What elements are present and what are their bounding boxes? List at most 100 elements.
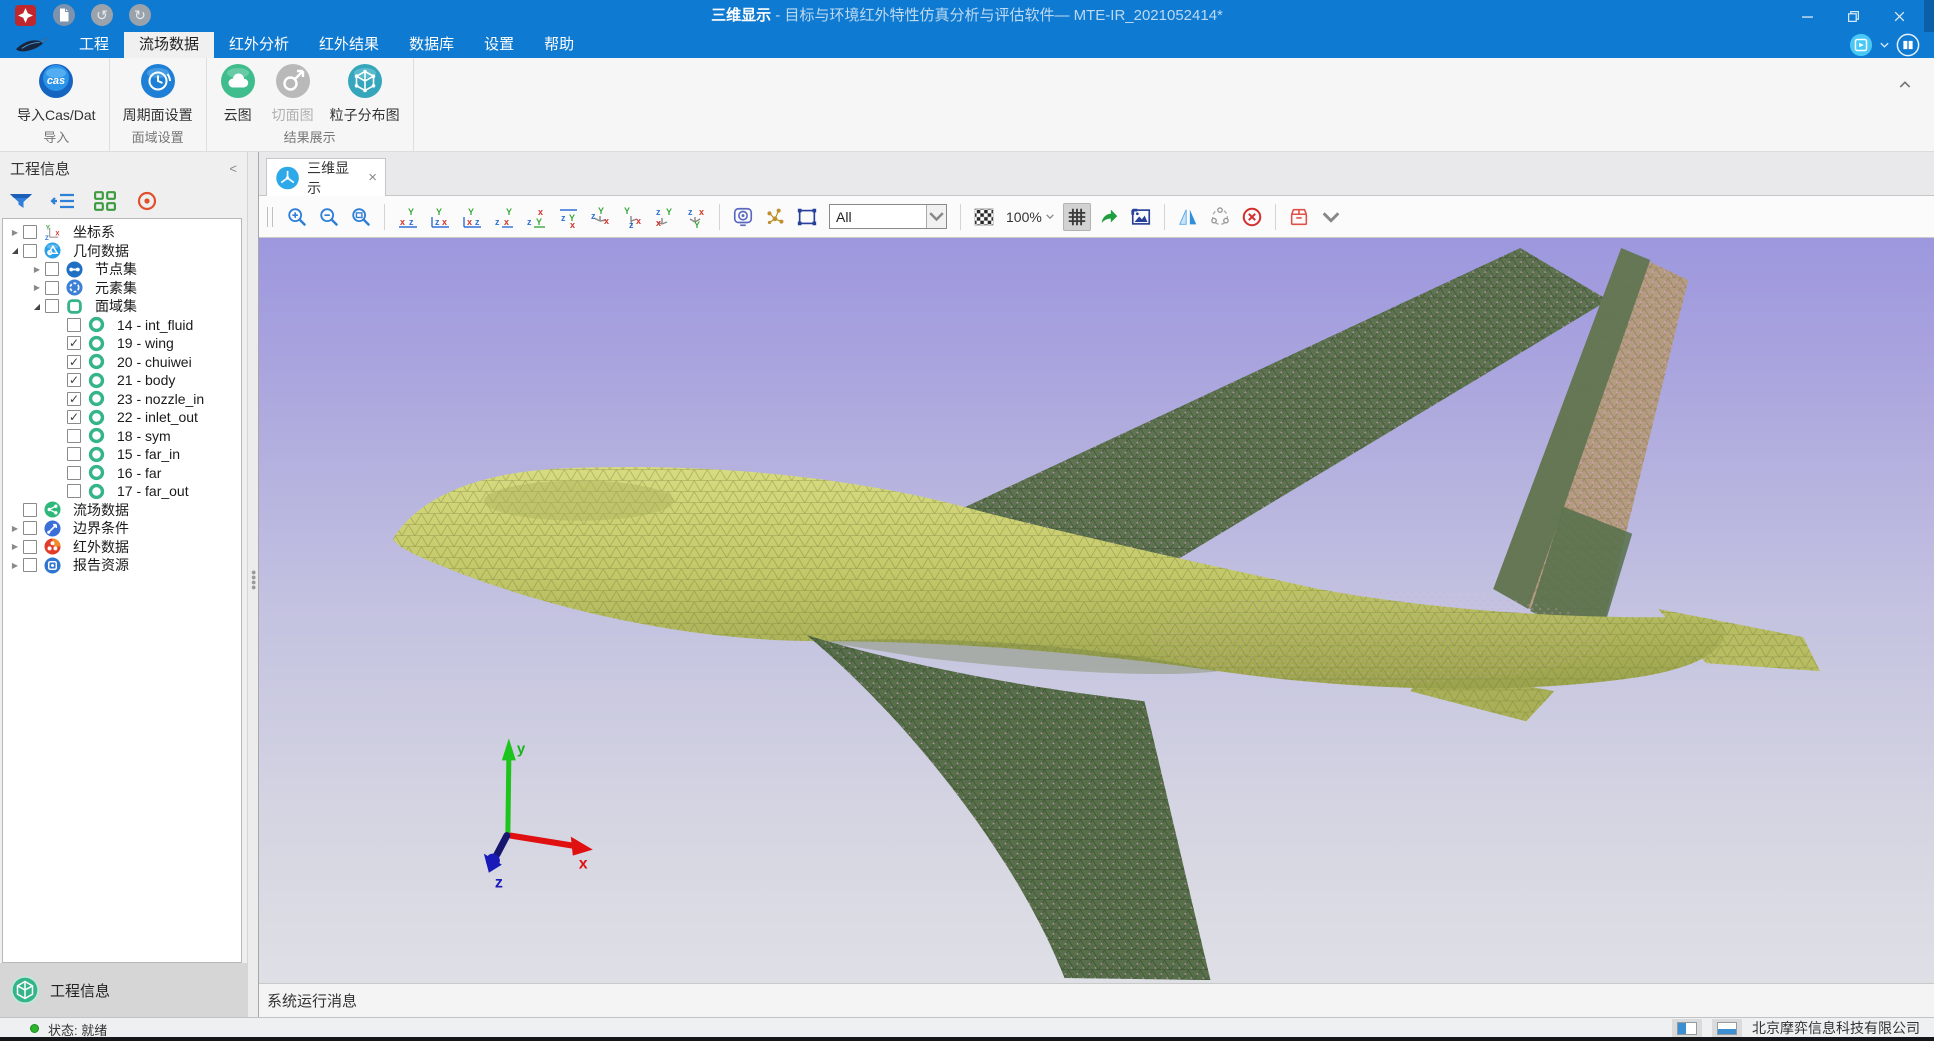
help-book-icon[interactable]: [1896, 33, 1920, 57]
new-doc-icon[interactable]: [52, 3, 76, 27]
tree-checkbox[interactable]: [67, 429, 81, 443]
tree-row[interactable]: ✓23 - nozzle_in: [3, 390, 241, 409]
tree-row[interactable]: ✓20 - chuiwei: [3, 353, 241, 372]
zoom-out-icon[interactable]: [315, 203, 343, 231]
tree-row[interactable]: ◢几何数据: [3, 242, 241, 261]
menu-item-6[interactable]: 帮助: [529, 32, 589, 58]
tree-checkbox[interactable]: ✓: [67, 410, 81, 424]
tree-row[interactable]: 15 - far_in: [3, 445, 241, 464]
tree-expander-icon[interactable]: ◢: [7, 246, 23, 255]
redo-icon[interactable]: ↻: [128, 3, 152, 27]
tree-row[interactable]: ▶红外数据: [3, 538, 241, 557]
tree-checkbox[interactable]: [23, 244, 37, 258]
view-iso-1-icon[interactable]: zYx: [586, 203, 614, 231]
tree-row[interactable]: ✓19 - wing: [3, 334, 241, 353]
dropdown-caret-icon[interactable]: [1879, 36, 1890, 54]
ribbon-button-2[interactable]: 粒子分布图: [323, 63, 407, 125]
toolbar-drag-handle[interactable]: [267, 207, 273, 227]
tree-checkbox[interactable]: ✓: [67, 355, 81, 369]
zoom-level-dropdown[interactable]: 100%: [1002, 209, 1059, 225]
tree-expander-icon[interactable]: ▶: [29, 283, 45, 292]
tree-row[interactable]: ✓22 - inlet_out: [3, 408, 241, 427]
tree-row[interactable]: ▶元素集: [3, 279, 241, 298]
tree-checkbox[interactable]: [67, 484, 81, 498]
maximize-icon[interactable]: [1830, 0, 1876, 32]
mirror-icon[interactable]: [1174, 203, 1202, 231]
style-switch-icon[interactable]: [1849, 33, 1873, 57]
view-iso-3-icon[interactable]: zYx: [650, 203, 678, 231]
undo-icon[interactable]: ↺: [90, 3, 114, 27]
tree-checkbox[interactable]: [23, 503, 37, 517]
tree-checkbox[interactable]: ✓: [67, 392, 81, 406]
tree-row[interactable]: ◢面域集: [3, 297, 241, 316]
tree-expander-icon[interactable]: ▶: [7, 561, 23, 570]
tree-row[interactable]: ✓21 - body: [3, 371, 241, 390]
view-left-icon[interactable]: Yxz: [458, 203, 486, 231]
panel-collapse-icon[interactable]: <: [229, 161, 237, 176]
tree-row[interactable]: 16 - far: [3, 464, 241, 483]
snapshot-icon[interactable]: [1127, 203, 1155, 231]
close-icon[interactable]: [1876, 0, 1922, 32]
combo-caret-icon[interactable]: [926, 205, 946, 228]
tree-checkbox[interactable]: [67, 447, 81, 461]
viewport-3d[interactable]: y x z: [259, 238, 1934, 983]
view-back-icon[interactable]: Yzx: [426, 203, 454, 231]
tree-expander-icon[interactable]: ◢: [29, 302, 45, 311]
list-view-icon[interactable]: [50, 190, 76, 212]
transparency-icon[interactable]: [970, 203, 998, 231]
menu-item-2[interactable]: 红外分析: [214, 32, 304, 58]
caret-down-icon[interactable]: [1317, 203, 1345, 231]
tree-expander-icon[interactable]: ▶: [7, 524, 23, 533]
tree-expander-icon[interactable]: ▶: [29, 265, 45, 274]
view-iso-2-icon[interactable]: Yxz: [618, 203, 646, 231]
zoom-in-icon[interactable]: [283, 203, 311, 231]
view-right-icon[interactable]: Yzx: [490, 203, 518, 231]
minimize-icon[interactable]: [1784, 0, 1830, 32]
tree-row[interactable]: 18 - sym: [3, 427, 241, 446]
tree-row[interactable]: 14 - int_fluid: [3, 316, 241, 335]
view-iso-4-icon[interactable]: zxY: [682, 203, 710, 231]
tree-checkbox[interactable]: [67, 318, 81, 332]
mesh-grid-icon[interactable]: [1063, 203, 1091, 231]
view-bottom-icon[interactable]: zYx: [554, 203, 582, 231]
archive-icon[interactable]: [1285, 203, 1313, 231]
ribbon-button-0[interactable]: cas导入Cas/Dat: [10, 63, 103, 125]
tree-checkbox[interactable]: [45, 299, 59, 313]
tree-row[interactable]: 流场数据: [3, 501, 241, 520]
ribbon-button-0[interactable]: 云图: [213, 63, 263, 125]
tree-checkbox[interactable]: ✓: [67, 336, 81, 350]
tree-checkbox[interactable]: [23, 225, 37, 239]
tab-3d-view[interactable]: 三维显示 ×: [266, 158, 386, 196]
tree-checkbox[interactable]: [45, 281, 59, 295]
tree-checkbox[interactable]: [23, 521, 37, 535]
menu-item-5[interactable]: 设置: [469, 32, 529, 58]
tree-row[interactable]: ▶边界条件: [3, 519, 241, 538]
zoom-fit-icon[interactable]: [347, 203, 375, 231]
grid-view-icon[interactable]: [92, 190, 118, 212]
view-front-icon[interactable]: Yxz: [394, 203, 422, 231]
tree-expander-icon[interactable]: ▶: [7, 228, 23, 237]
menu-item-0[interactable]: 工程: [64, 32, 124, 58]
ribbon-button-0[interactable]: 周期面设置: [116, 63, 200, 125]
menu-item-4[interactable]: 数据库: [394, 32, 469, 58]
cloud-group-icon[interactable]: [1206, 203, 1234, 231]
tree-row[interactable]: ▶YZX坐标系: [3, 223, 241, 242]
display-filter-combo[interactable]: All: [829, 204, 947, 229]
panel-splitter[interactable]: ●●●●: [247, 152, 258, 1017]
locate-icon[interactable]: [134, 190, 160, 212]
panel-left-layout-icon[interactable]: [1672, 1019, 1702, 1037]
tab-close-icon[interactable]: ×: [368, 169, 377, 186]
tree-row[interactable]: ▶报告资源: [3, 556, 241, 575]
tree-checkbox[interactable]: [23, 558, 37, 572]
menu-item-3[interactable]: 红外结果: [304, 32, 394, 58]
project-info-button[interactable]: 工程信息: [0, 963, 247, 1017]
select-region-icon[interactable]: [793, 203, 821, 231]
filter-icon[interactable]: [8, 190, 34, 212]
delete-icon[interactable]: [1238, 203, 1266, 231]
export-icon[interactable]: [1095, 203, 1123, 231]
tree-expander-icon[interactable]: ▶: [7, 542, 23, 551]
panel-bottom-layout-icon[interactable]: [1712, 1019, 1742, 1037]
tree-checkbox[interactable]: [45, 262, 59, 276]
ribbon-collapse-icon[interactable]: [1898, 76, 1912, 86]
tree-checkbox[interactable]: [23, 540, 37, 554]
